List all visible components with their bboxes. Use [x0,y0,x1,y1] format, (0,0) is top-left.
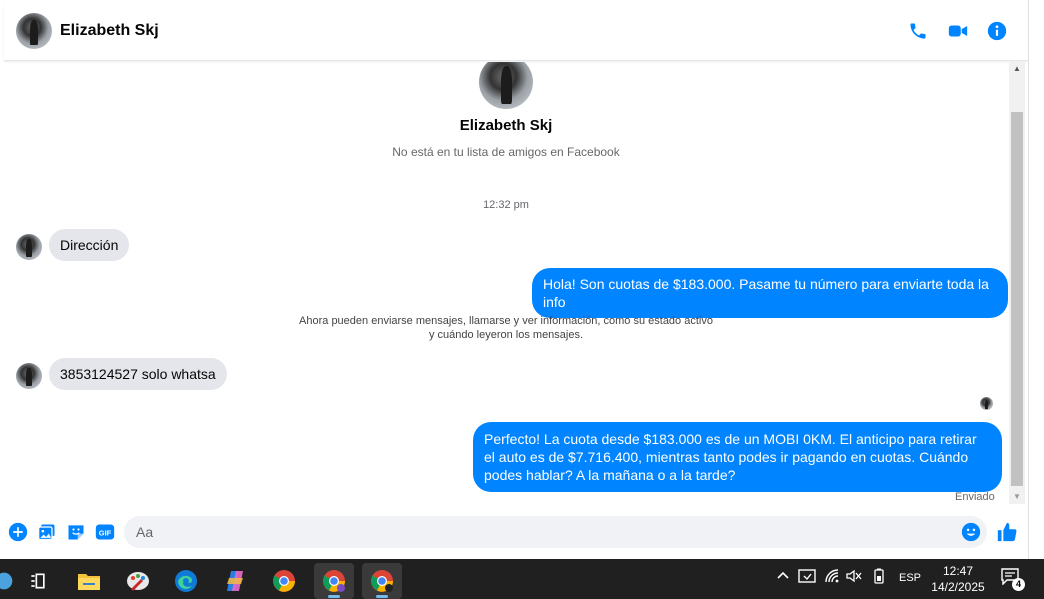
sent-status: Enviado [955,491,995,503]
sender-avatar[interactable] [16,234,42,260]
message-input-container[interactable] [124,516,987,548]
video-call-icon[interactable] [946,19,970,43]
paint-icon[interactable] [118,563,158,599]
system-notice-line: y cuándo leyeron los mensajes. [428,329,584,341]
task-view-icon[interactable] [18,563,58,599]
chat-window: Elizabeth Skj Elizabeth Skj No está en t… [0,0,1044,559]
profile-avatar[interactable] [479,62,533,109]
chrome-profile-icon[interactable] [314,563,354,599]
volume-muted-icon[interactable] [846,568,862,587]
message-list: Elizabeth Skj No está en tu lista de ami… [4,62,1008,508]
system-clock[interactable]: 12:47 14/2/2025 [927,563,989,595]
info-icon[interactable] [985,19,1009,43]
gif-icon[interactable]: GIF [94,521,116,543]
copilot-icon[interactable] [215,563,255,599]
profile-name: Elizabeth Skj [459,117,553,134]
chrome-icon[interactable] [264,563,304,599]
language-indicator[interactable]: ESP [899,572,921,584]
scrollbar[interactable]: ▲ ▼ [1009,62,1025,504]
meet-now-icon[interactable] [798,568,816,587]
incoming-message[interactable]: Dirección [49,229,130,261]
thumbs-up-icon[interactable] [995,520,1019,544]
system-notice-line: Ahora pueden enviarse mensajes, llamarse… [299,315,713,327]
notification-count-badge: 4 [1012,578,1025,591]
edge-browser-icon[interactable] [166,563,206,599]
notification-center-icon[interactable]: 4 [1000,567,1026,591]
wifi-icon[interactable] [824,568,840,587]
scroll-down-arrow-icon[interactable]: ▼ [1009,490,1025,504]
sticker-icon[interactable] [65,521,87,543]
message-input[interactable] [136,516,946,548]
message-composer: GIF [0,512,1028,552]
emoji-icon[interactable] [960,521,982,543]
contact-name[interactable]: Elizabeth Skj [60,22,159,40]
show-hidden-icons-chevron-icon[interactable] [776,568,790,585]
gif-label: GIF [99,528,112,537]
seen-indicator-avatar [980,397,993,410]
windows-taskbar: ESP 12:47 14/2/2025 4 [0,559,1044,599]
window-edge [1028,0,1044,559]
phone-call-icon[interactable] [906,19,930,43]
profile-subtitle: No está en tu lista de amigos en Faceboo… [392,145,620,159]
clock-date: 14/2/2025 [931,580,985,594]
message-timestamp: 12:32 pm [483,199,529,211]
system-notice: Ahora pueden enviarse mensajes, llamarse… [4,314,1008,342]
file-explorer-icon[interactable] [69,563,109,599]
clock-time: 12:47 [942,564,974,578]
chrome-profile-icon[interactable] [362,563,402,599]
photo-icon[interactable] [36,521,58,543]
sender-avatar[interactable] [16,363,42,389]
contact-avatar[interactable] [16,13,52,49]
outgoing-message[interactable]: Perfecto! La cuota desde $183.000 es de … [473,422,1002,492]
incoming-message[interactable]: 3853124527 solo whatsa [49,358,227,390]
scroll-up-arrow-icon[interactable]: ▲ [1009,62,1025,76]
plus-icon[interactable] [7,521,29,543]
scrollbar-thumb[interactable] [1011,112,1023,486]
battery-icon[interactable] [872,568,886,587]
outgoing-message[interactable]: Hola! Son cuotas de $183.000. Pasame tu … [532,268,1008,318]
chat-header: Elizabeth Skj [4,4,1028,61]
